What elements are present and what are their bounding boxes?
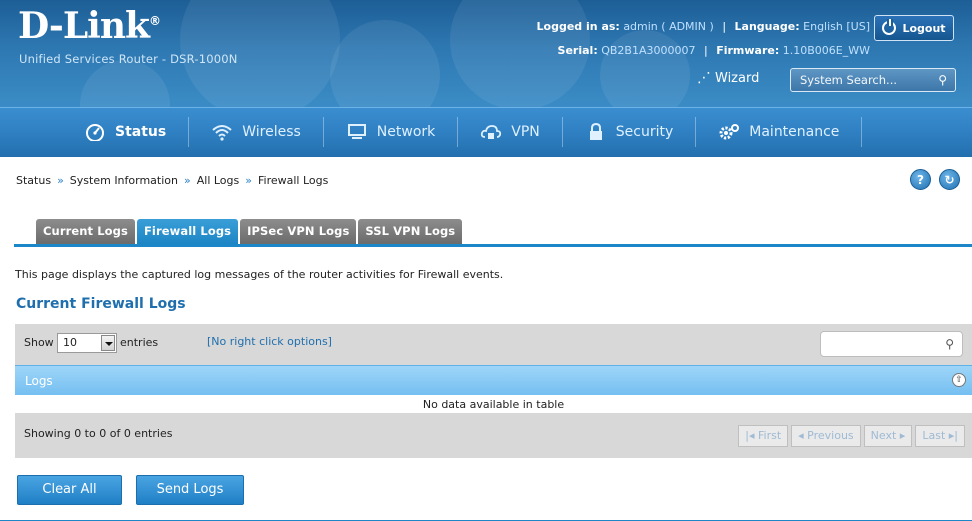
tab-ssl-vpn-logs[interactable]: SSL VPN Logs	[358, 219, 463, 244]
empty-table-message: No data available in table	[15, 397, 972, 413]
page-description: This page displays the captured log mess…	[15, 268, 504, 281]
chevron-down-icon[interactable]	[101, 335, 115, 351]
breadcrumb: Status » System Information » All Logs » Firew…	[16, 174, 328, 187]
logged-in-label: Logged in as:	[536, 20, 620, 33]
dlink-logo: D-Link®	[18, 5, 161, 47]
header-separator: |	[722, 20, 727, 33]
previous-page-button[interactable]: ◂ Previous	[791, 425, 861, 447]
system-search-input[interactable]: System Search... ⚲	[790, 68, 956, 92]
logged-in-user: admin ( ADMIN )	[623, 20, 714, 33]
cloud-lock-icon	[481, 125, 502, 139]
nav-item-status[interactable]: Status	[62, 108, 188, 156]
monitor-icon	[347, 124, 366, 139]
gears-icon	[719, 124, 740, 140]
language-value[interactable]: English [US]	[803, 20, 870, 33]
firmware-value: 1.10B006E_WW	[782, 44, 870, 57]
show-label: Show	[24, 336, 54, 349]
nav-item-maintenance[interactable]: Maintenance	[696, 108, 861, 156]
breadcrumb-item[interactable]: All Logs	[197, 174, 240, 187]
speedometer-icon	[86, 124, 104, 141]
language-label: Language:	[734, 20, 800, 33]
logs-column-header[interactable]: Logs ⇧	[15, 365, 972, 395]
sort-up-icon[interactable]: ⇧	[952, 373, 966, 387]
entries-per-page-select[interactable]: 10	[57, 333, 117, 353]
table-toolbar: Show 10 entries [No right click options]…	[15, 324, 972, 365]
next-label: Next	[870, 429, 897, 442]
device-info: Serial: QB2B1A3000007 | Firmware: 1.10B0…	[558, 44, 870, 57]
clear-all-button[interactable]: Clear All	[17, 475, 122, 505]
last-label: Last	[922, 429, 946, 442]
logs-header-label: Logs	[25, 374, 53, 388]
tab-ipsec-vpn-logs[interactable]: IPSec VPN Logs	[240, 219, 357, 244]
logo-registered-mark: ®	[148, 14, 161, 28]
first-label: First	[757, 429, 782, 442]
login-info: Logged in as: admin ( ADMIN ) | Language…	[537, 20, 870, 33]
wizard-label: Wizard	[715, 70, 760, 86]
breadcrumb-separator: »	[57, 174, 64, 187]
breadcrumb-item[interactable]: System Information	[70, 174, 178, 187]
previous-label: Previous	[807, 429, 854, 442]
power-icon	[882, 19, 897, 35]
padlock-icon	[589, 123, 602, 140]
nav-label: Maintenance	[749, 124, 840, 140]
breadcrumb-item: Firewall Logs	[257, 174, 329, 187]
nav-label: Status	[115, 124, 167, 140]
breadcrumb-separator: »	[245, 174, 252, 187]
nav-label: Security	[615, 124, 674, 140]
table-search-input[interactable]: ⚲	[820, 331, 963, 357]
nav-label: Wireless	[242, 124, 301, 140]
header-decoration	[330, 20, 440, 107]
top-header: D-Link® Unified Services Router - DSR-10…	[0, 0, 972, 107]
section-title: Current Firewall Logs	[16, 296, 186, 312]
product-name: Unified Services Router - DSR-1000N	[19, 52, 238, 66]
wizard-link[interactable]: ⋰ Wizard	[697, 70, 759, 86]
nav-item-wireless[interactable]: Wireless	[189, 108, 323, 156]
refresh-icon[interactable]: ↻	[939, 169, 960, 190]
last-page-button[interactable]: Last ▸|	[915, 425, 965, 447]
system-search-placeholder: System Search...	[800, 73, 898, 87]
nav-item-security[interactable]: Security	[563, 108, 696, 156]
logout-button[interactable]: Logout	[874, 15, 954, 41]
magic-wand-icon: ⋰	[697, 70, 711, 86]
breadcrumb-separator: »	[184, 174, 191, 187]
main-navigation: Status Wireless Network VPN Security Mai…	[0, 107, 972, 157]
serial-label: Serial:	[557, 44, 598, 57]
table-footer: Showing 0 to 0 of 0 entries |◂ First ◂ P…	[15, 413, 972, 458]
header-decoration	[80, 60, 170, 107]
nav-label: Network	[376, 124, 436, 140]
page-actions: ? ↻	[910, 169, 960, 190]
help-icon[interactable]: ?	[910, 169, 931, 190]
nav-label: VPN	[511, 124, 540, 140]
header-separator: |	[703, 44, 708, 57]
nav-item-vpn[interactable]: VPN	[458, 108, 562, 156]
entries-value: 10	[63, 336, 77, 349]
wifi-icon	[212, 125, 232, 141]
search-icon[interactable]: ⚲	[938, 69, 947, 91]
breadcrumb-item[interactable]: Status	[16, 174, 51, 187]
right-click-options: [No right click options]	[207, 335, 332, 348]
log-tabs: Current Logs Firewall Logs IPSec VPN Log…	[36, 219, 463, 244]
firmware-label: Firmware:	[716, 44, 780, 57]
next-page-button[interactable]: Next ▸	[863, 425, 913, 447]
tab-current-logs[interactable]: Current Logs	[36, 219, 135, 244]
logo-text: D-Link	[18, 5, 150, 47]
header-decoration	[600, 30, 690, 107]
entries-label: entries	[120, 336, 159, 349]
logout-label: Logout	[902, 21, 946, 35]
nav-divider	[861, 117, 863, 147]
first-page-button[interactable]: |◂ First	[738, 425, 789, 447]
tab-firewall-logs[interactable]: Firewall Logs	[136, 219, 239, 244]
nav-item-network[interactable]: Network	[324, 108, 457, 156]
send-logs-button[interactable]: Send Logs	[136, 475, 244, 505]
pagination: |◂ First ◂ Previous Next ▸ Last ▸|	[738, 425, 965, 447]
entries-info: Showing 0 to 0 of 0 entries	[24, 427, 173, 440]
tab-underline	[14, 244, 972, 247]
serial-value: QB2B1A3000007	[601, 44, 696, 57]
search-icon[interactable]: ⚲	[945, 337, 954, 351]
